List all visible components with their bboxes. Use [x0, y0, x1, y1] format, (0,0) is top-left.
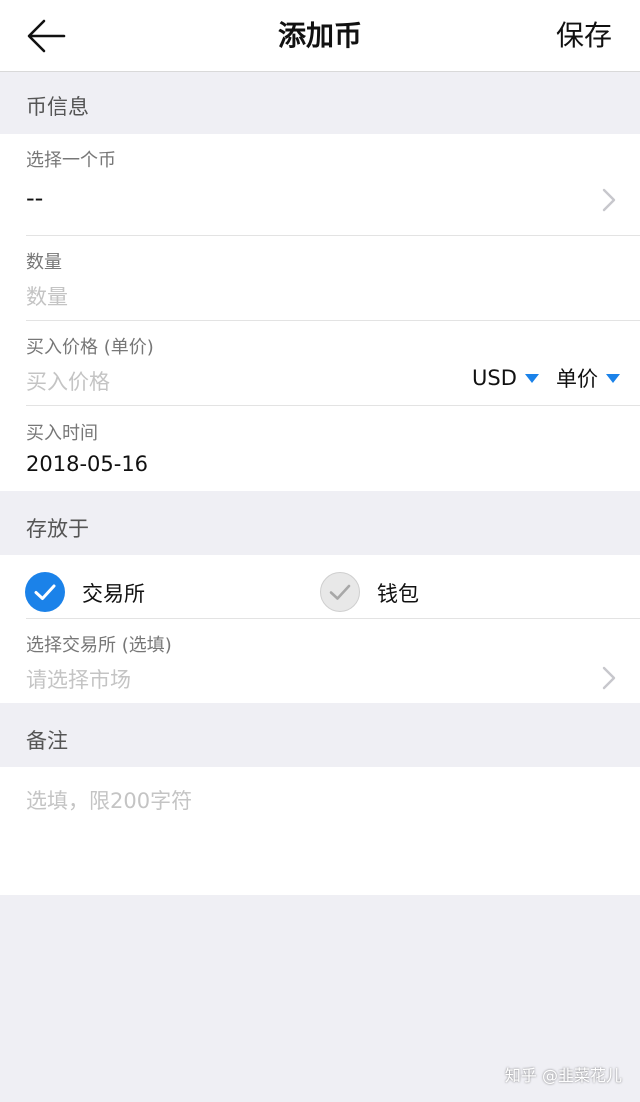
select-exchange-placeholder: 请选择市场 [26, 668, 131, 692]
section-title-notes: 备注 [26, 729, 68, 753]
section-title-coin-info: 币信息 [26, 95, 89, 119]
coin-info-card: 选择一个币 -- 数量 数量 买入价格 (单价) 买入价格 USD 单价 买入时… [0, 134, 640, 491]
section-title-storage: 存放于 [26, 517, 89, 541]
triangle-down-icon [524, 373, 539, 383]
quantity-input[interactable]: 数量 [26, 281, 68, 311]
chevron-right-icon [602, 666, 616, 690]
currency-dropdown[interactable]: USD [472, 363, 539, 393]
select-exchange-label: 选择交易所 (选填) [26, 635, 172, 656]
storage-card: 交易所 钱包 选择交易所 (选填) 请选择市场 [0, 555, 640, 703]
buy-price-input[interactable]: 买入价格 [26, 366, 110, 396]
radio-option-wallet[interactable]: 钱包 [300, 555, 640, 618]
quantity-label: 数量 [26, 252, 62, 273]
notes-card: 选填，限200字符 [0, 767, 640, 895]
section-header-storage: 存放于 [0, 491, 640, 555]
notes-textarea[interactable]: 选填，限200字符 [26, 767, 640, 895]
radio-label-wallet: 钱包 [377, 582, 419, 606]
select-coin-row[interactable]: 选择一个币 -- [26, 134, 640, 235]
section-header-notes: 备注 [0, 703, 640, 767]
currency-value: USD [472, 366, 517, 390]
price-mode-value: 单价 [556, 367, 598, 391]
buy-price-label: 买入价格 (单价) [26, 337, 154, 358]
section-header-coin-info: 币信息 [0, 72, 640, 134]
notes-placeholder: 选填，限200字符 [26, 789, 193, 813]
select-coin-value: -- [26, 184, 44, 212]
chevron-right-icon [602, 188, 616, 212]
check-circle-icon [320, 572, 360, 612]
navigation-bar: 添加币 保存 [0, 0, 640, 72]
arrow-left-icon[interactable] [24, 14, 68, 58]
radio-label-exchange: 交易所 [82, 582, 145, 606]
radio-option-exchange[interactable]: 交易所 [0, 555, 300, 618]
buy-time-label: 买入时间 [26, 423, 98, 444]
price-mode-dropdown[interactable]: 单价 [556, 363, 620, 393]
triangle-down-icon [606, 373, 620, 383]
buy-time-row[interactable]: 买入时间 2018-05-16 [26, 406, 640, 491]
buy-price-row: 买入价格 (单价) 买入价格 USD 单价 [26, 321, 640, 405]
save-button[interactable]: 保存 [556, 0, 612, 72]
select-exchange-row[interactable]: 选择交易所 (选填) 请选择市场 [26, 619, 640, 703]
check-circle-icon [25, 572, 65, 612]
buy-time-value: 2018-05-16 [26, 452, 149, 476]
page-title: 添加币 [277, 19, 362, 52]
select-coin-label: 选择一个币 [26, 150, 116, 171]
quantity-row: 数量 数量 [26, 236, 640, 320]
watermark: 知乎 @韭菜花儿 [504, 1066, 622, 1085]
